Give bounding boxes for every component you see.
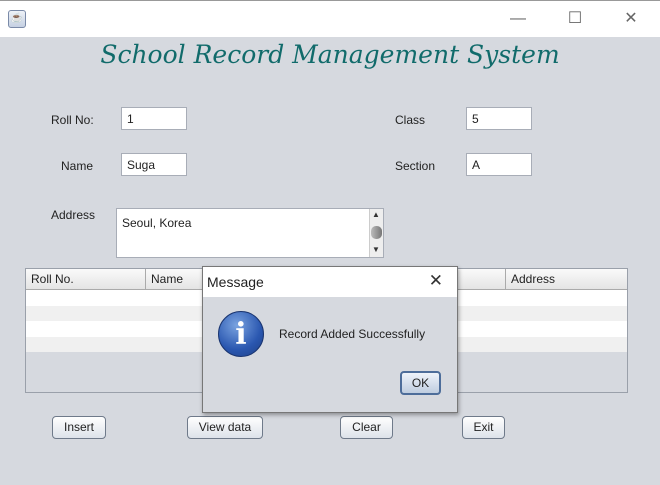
information-icon: i — [218, 311, 264, 357]
column-header[interactable]: Roll No. — [26, 269, 146, 289]
insert-button[interactable]: Insert — [52, 416, 106, 439]
page-title: School Record Management System — [100, 40, 560, 69]
roll-input[interactable]: 1 — [121, 107, 187, 130]
name-input[interactable]: Suga — [121, 153, 187, 176]
close-button[interactable]: ✕ — [621, 9, 641, 29]
exit-button[interactable]: Exit — [462, 416, 505, 439]
section-input[interactable]: A — [466, 153, 532, 176]
scroll-thumb[interactable] — [371, 226, 382, 239]
address-value: Seoul, Korea — [122, 216, 192, 230]
scroll-down-icon[interactable]: ▼ — [372, 245, 380, 254]
address-scrollbar[interactable]: ▲ ▼ — [369, 209, 383, 257]
dialog-close-button[interactable]: ✕ — [429, 271, 443, 291]
class-input[interactable]: 5 — [466, 107, 532, 130]
name-label: Name — [61, 159, 94, 173]
clear-button[interactable]: Clear — [340, 416, 393, 439]
java-app-icon: ☕ — [8, 10, 26, 28]
view-data-button[interactable]: View data — [187, 416, 263, 439]
address-label: Address — [51, 208, 96, 222]
roll-label: Roll No: — [51, 113, 94, 127]
dialog-title: Message — [203, 267, 457, 297]
dialog-message: Record Added Successfully — [279, 327, 426, 341]
ok-button[interactable]: OK — [400, 371, 441, 395]
column-header[interactable]: Address — [506, 269, 626, 289]
maximize-button[interactable]: ☐ — [565, 9, 585, 29]
title-bar: ☕ — ☐ ✕ — [0, 0, 660, 37]
address-textarea[interactable]: Seoul, Korea ▲ ▼ — [116, 208, 384, 258]
minimize-button[interactable]: — — [508, 9, 528, 29]
class-label: Class — [395, 113, 426, 127]
message-dialog: Message ✕ i Record Added Successfully OK — [202, 266, 458, 413]
scroll-up-icon[interactable]: ▲ — [372, 210, 380, 219]
section-label: Section — [395, 159, 436, 173]
